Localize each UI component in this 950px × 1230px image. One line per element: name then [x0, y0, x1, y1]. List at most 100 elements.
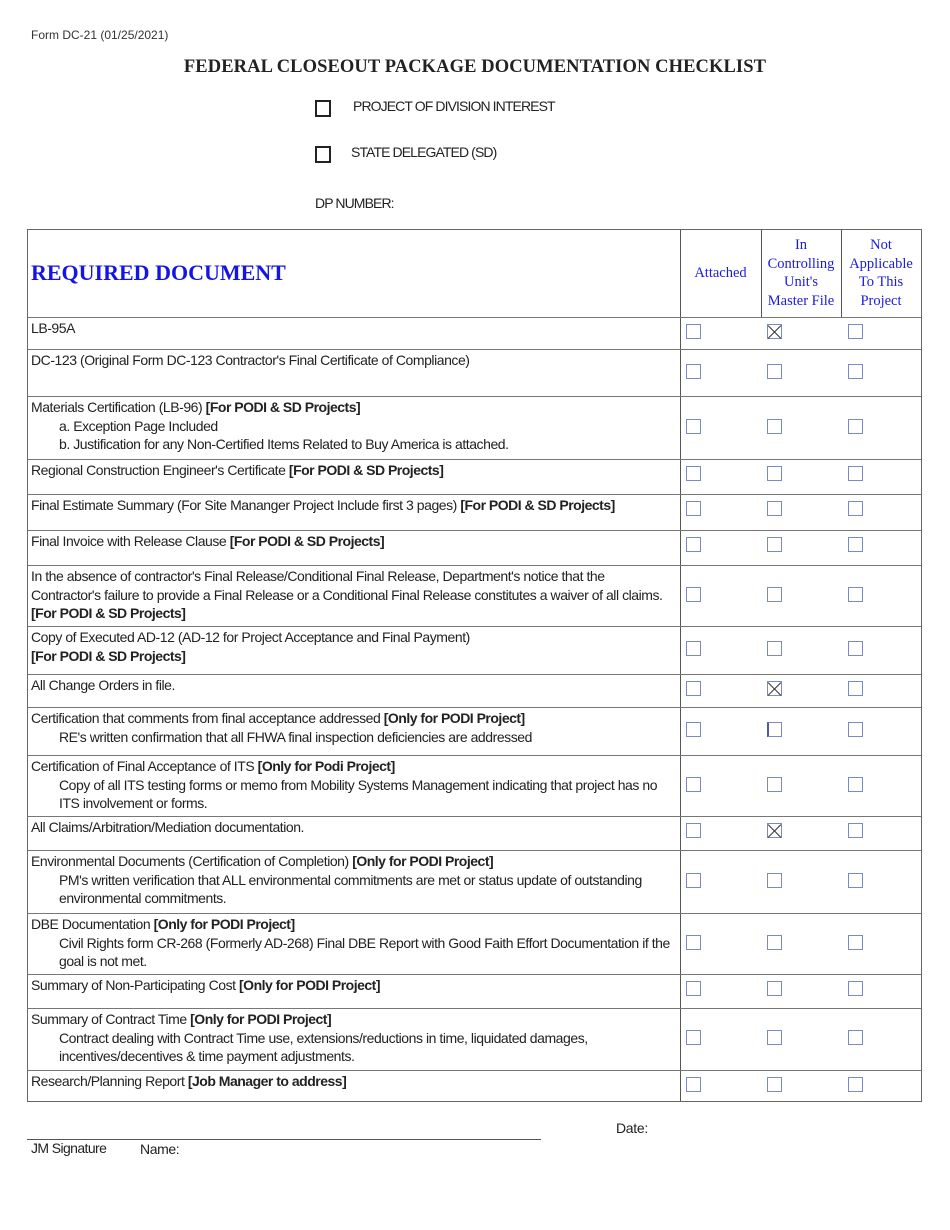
header-line: Unit's	[783, 274, 819, 290]
attached-checkbox[interactable]	[685, 586, 701, 602]
document-name: Summary of Non-Participating Cost	[31, 977, 240, 993]
not-applicable-checkbox[interactable]	[847, 872, 863, 888]
document-sub-item: a. Exception Page Included	[59, 417, 218, 434]
not-applicable-checkbox[interactable]	[847, 324, 863, 339]
not-applicable-checkbox[interactable]	[847, 466, 863, 481]
document-name: In the absence of contractor's Final Rel…	[31, 568, 663, 603]
row-divider	[28, 493, 921, 495]
attached-checkbox[interactable]	[685, 501, 701, 516]
row-divider	[28, 849, 921, 851]
document-name: Environmental Documents (Certification o…	[31, 853, 353, 869]
attached-checkbox[interactable]	[685, 681, 701, 696]
document-sub-item: Copy of all ITS testing forms or memo fr…	[59, 776, 658, 812]
row-divider	[28, 1069, 921, 1071]
not-applicable-checkbox[interactable]	[847, 722, 863, 737]
project-scope-tag: [Only for Podi Project]	[257, 758, 396, 774]
attached-checkbox[interactable]	[685, 934, 701, 950]
attached-checkbox[interactable]	[685, 537, 701, 552]
required-document-header: REQUIRED DOCUMENT	[31, 260, 286, 285]
master-file-checkbox[interactable]	[766, 586, 782, 602]
master-file-checkbox[interactable]	[766, 324, 782, 339]
not-applicable-checkbox[interactable]	[847, 981, 863, 996]
document-description: Final Invoice with Release Clause [For P…	[31, 532, 676, 551]
master-file-checkbox[interactable]	[766, 537, 782, 552]
document-description: Certification of Final Acceptance of ITS…	[31, 757, 676, 813]
master-file-checkbox[interactable]	[766, 1077, 782, 1092]
document-description: Final Estimate Summary (For Site Manange…	[31, 496, 676, 515]
date-label: Date:	[616, 1120, 648, 1136]
master-file-checkbox[interactable]	[766, 501, 782, 516]
master-file-checkbox[interactable]	[766, 1030, 782, 1045]
document-description: In the absence of contractor's Final Rel…	[31, 567, 676, 623]
project-of-division-interest-checkbox[interactable]	[315, 100, 331, 117]
form-id: Form DC-21 (01/25/2021)	[31, 28, 169, 42]
attached-checkbox[interactable]	[685, 324, 701, 339]
row-divider	[28, 1007, 921, 1009]
not-applicable-checkbox[interactable]	[847, 1077, 863, 1092]
header-line: To This	[858, 274, 904, 290]
document-column-divider	[680, 230, 681, 1101]
document-description: LB-95A	[31, 319, 676, 338]
attached-checkbox[interactable]	[685, 722, 701, 737]
document-sub-item: Civil Rights form CR-268 (Formerly AD-26…	[59, 934, 670, 970]
attached-checkbox[interactable]	[685, 418, 701, 434]
attached-checkbox[interactable]	[685, 466, 701, 481]
attached-checkbox[interactable]	[685, 776, 701, 792]
document-sub-item: b. Justification for any Non-Certified I…	[59, 436, 509, 452]
master-file-column-header: In Controlling Unit's Master File	[761, 230, 841, 316]
not-applicable-checkbox[interactable]	[847, 681, 863, 696]
document-name: Copy of Executed AD-12 (AD-12 for Projec…	[31, 629, 470, 645]
required-documents-table: REQUIRED DOCUMENT Attached In Controllin…	[27, 229, 922, 1102]
project-scope-tag: [Only for PODI Project]	[383, 710, 525, 726]
attached-checkbox[interactable]	[685, 981, 701, 996]
row-divider	[28, 348, 921, 350]
master-file-checkbox[interactable]	[766, 776, 782, 792]
header-divider	[761, 230, 762, 317]
not-applicable-checkbox[interactable]	[847, 363, 863, 379]
master-file-checkbox[interactable]	[766, 363, 782, 379]
attached-checkbox[interactable]	[685, 872, 701, 888]
not-applicable-checkbox[interactable]	[847, 418, 863, 434]
attached-checkbox[interactable]	[685, 363, 701, 379]
state-delegated-checkbox[interactable]	[315, 146, 331, 163]
not-applicable-checkbox[interactable]	[847, 501, 863, 516]
attached-header-text: Attached	[694, 264, 747, 281]
document-name: Materials Certification (LB-96)	[31, 399, 206, 415]
row-divider	[28, 625, 921, 627]
not-applicable-checkbox[interactable]	[847, 586, 863, 602]
dp-number-label: DP NUMBER:	[315, 195, 395, 211]
jm-signature-label: JM Signature	[31, 1140, 107, 1156]
attached-checkbox[interactable]	[685, 823, 701, 838]
header-line: Controlling	[767, 255, 835, 272]
row-divider	[28, 564, 921, 566]
document-description: Regional Construction Engineer's Certifi…	[31, 461, 676, 480]
not-applicable-checkbox[interactable]	[847, 823, 863, 838]
header-line: Applicable	[849, 255, 913, 272]
project-scope-tag: [For PODI & SD Projects]	[205, 399, 361, 415]
document-name: Final Estimate Summary (For Site Manange…	[31, 497, 461, 513]
master-file-checkbox[interactable]	[766, 823, 782, 838]
attached-checkbox[interactable]	[685, 641, 701, 656]
master-file-checkbox[interactable]	[766, 418, 782, 434]
not-applicable-checkbox[interactable]	[847, 1030, 863, 1045]
master-file-checkbox[interactable]	[766, 681, 782, 696]
master-file-checkbox[interactable]	[766, 641, 782, 656]
not-applicable-checkbox[interactable]	[847, 934, 863, 950]
attached-checkbox[interactable]	[685, 1030, 701, 1045]
attached-checkbox[interactable]	[685, 1077, 701, 1092]
document-description: Certification that comments from final a…	[31, 709, 676, 746]
document-name: Certification that comments from final a…	[31, 710, 384, 726]
master-file-checkbox[interactable]	[766, 466, 782, 481]
document-description: All Change Orders in file.	[31, 676, 676, 695]
master-file-checkbox[interactable]	[766, 872, 782, 888]
row-divider	[28, 458, 921, 460]
not-applicable-checkbox[interactable]	[847, 537, 863, 552]
not-applicable-checkbox[interactable]	[847, 641, 863, 656]
master-file-checkbox[interactable]	[766, 981, 782, 996]
row-divider	[28, 529, 921, 531]
row-divider	[28, 706, 921, 708]
document-description: All Claims/Arbitration/Mediation documen…	[31, 818, 676, 837]
master-file-checkbox[interactable]	[766, 722, 782, 737]
not-applicable-checkbox[interactable]	[847, 776, 863, 792]
master-file-checkbox[interactable]	[766, 934, 782, 950]
